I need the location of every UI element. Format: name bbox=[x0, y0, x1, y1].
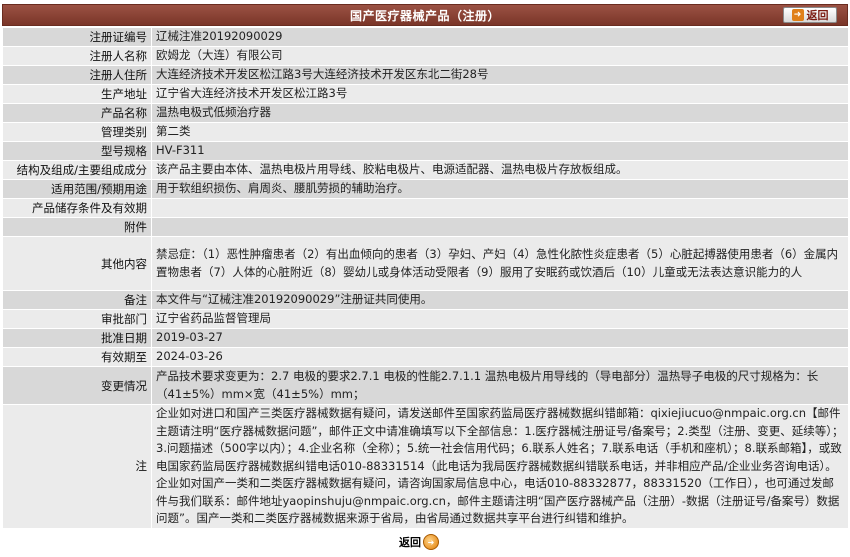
row-note: 注 企业如对进口和国产三类医疗器械数据有疑问，请发送邮件至国家药监局医疗器械数据… bbox=[2, 404, 849, 529]
row-intended-use: 适用范围/预期用途 用于软组织损伤、肩周炎、腰肌劳损的辅助治疗。 bbox=[2, 179, 849, 199]
field-value: 欧姆龙（大连）有限公司 bbox=[151, 46, 849, 66]
back-arrow-icon: ➜ bbox=[423, 534, 439, 550]
row-change-history: 变更情况 产品技术要求变更为：2.7 电极的要求2.7.1 电极的性能2.7.1… bbox=[2, 366, 849, 405]
row-approval-date: 批准日期 2019-03-27 bbox=[2, 328, 849, 348]
field-label: 管理类别 bbox=[2, 122, 152, 142]
field-label: 注册证编号 bbox=[2, 27, 152, 47]
field-value: 禁忌症：（1）恶性肿瘤患者（2）有出血倾向的患者（3）孕妇、产妇（4）急性化脓性… bbox=[151, 236, 849, 291]
field-label: 适用范围/预期用途 bbox=[2, 179, 152, 199]
field-value: 温热电极式低频治疗器 bbox=[151, 103, 849, 123]
field-value: 2019-03-27 bbox=[151, 328, 849, 348]
field-value: 大连经济技术开发区松江路3号大连经济技术开发区东北二街28号 bbox=[151, 65, 849, 85]
field-value bbox=[151, 198, 849, 218]
page-header: 国产医疗器械产品（注册） ➜ 返回 bbox=[2, 4, 848, 26]
field-value: 本文件与“辽械注准20192090029”注册证共同使用。 bbox=[151, 290, 849, 310]
back-arrow-icon: ➜ bbox=[791, 9, 804, 21]
field-label: 注册人住所 bbox=[2, 65, 152, 85]
row-registrant-name: 注册人名称 欧姆龙（大连）有限公司 bbox=[2, 46, 849, 66]
field-label: 结构及组成/主要组成成分 bbox=[2, 160, 152, 180]
back-button-top[interactable]: ➜ 返回 bbox=[783, 7, 837, 23]
field-label: 备注 bbox=[2, 290, 152, 310]
field-label: 注册人名称 bbox=[2, 46, 152, 66]
field-label: 批准日期 bbox=[2, 328, 152, 348]
field-label: 注 bbox=[2, 404, 152, 529]
row-structure-composition: 结构及组成/主要组成成分 该产品主要由本体、温热电极片用导线、胶粘电极片、电源适… bbox=[2, 160, 849, 180]
field-value: 辽宁省药品监督管理局 bbox=[151, 309, 849, 329]
field-value: 该产品主要由本体、温热电极片用导线、胶粘电极片、电源适配器、温热电极片存放板组成… bbox=[151, 160, 849, 180]
field-label: 型号规格 bbox=[2, 141, 152, 161]
row-production-address: 生产地址 辽宁省大连经济技术开发区松江路3号 bbox=[2, 84, 849, 104]
field-label: 附件 bbox=[2, 217, 152, 237]
field-value: 用于软组织损伤、肩周炎、腰肌劳损的辅助治疗。 bbox=[151, 179, 849, 199]
back-button-bottom[interactable]: 返回 ➜ bbox=[396, 531, 442, 553]
field-label: 其他内容 bbox=[2, 236, 152, 291]
row-valid-until: 有效期至 2024-03-26 bbox=[2, 347, 849, 367]
field-label: 审批部门 bbox=[2, 309, 152, 329]
product-detail-table: 注册证编号 辽械注准20192090029 注册人名称 欧姆龙（大连）有限公司 … bbox=[2, 27, 849, 529]
back-button-label: 返回 bbox=[806, 9, 829, 22]
row-approval-department: 审批部门 辽宁省药品监督管理局 bbox=[2, 309, 849, 329]
row-other-content: 其他内容 禁忌症：（1）恶性肿瘤患者（2）有出血倾向的患者（3）孕妇、产妇（4）… bbox=[2, 236, 849, 291]
row-storage-conditions: 产品储存条件及有效期 bbox=[2, 198, 849, 218]
field-label: 生产地址 bbox=[2, 84, 152, 104]
field-value: 企业如对进口和国产三类医疗器械数据有疑问，请发送邮件至国家药监局医疗器械数据纠错… bbox=[151, 404, 849, 529]
field-value bbox=[151, 217, 849, 237]
row-remarks: 备注 本文件与“辽械注准20192090029”注册证共同使用。 bbox=[2, 290, 849, 310]
field-value: HV-F311 bbox=[151, 141, 849, 161]
row-management-class: 管理类别 第二类 bbox=[2, 122, 849, 142]
back-button-label: 返回 bbox=[399, 536, 421, 549]
field-label: 变更情况 bbox=[2, 366, 152, 405]
row-model-spec: 型号规格 HV-F311 bbox=[2, 141, 849, 161]
field-value: 2024-03-26 bbox=[151, 347, 849, 367]
field-value: 产品技术要求变更为：2.7 电极的要求2.7.1 电极的性能2.7.1.1 温热… bbox=[151, 366, 849, 405]
field-value: 辽宁省大连经济技术开发区松江路3号 bbox=[151, 84, 849, 104]
row-attachments: 附件 bbox=[2, 217, 849, 237]
row-registrant-address: 注册人住所 大连经济技术开发区松江路3号大连经济技术开发区东北二街28号 bbox=[2, 65, 849, 85]
page-title: 国产医疗器械产品（注册） bbox=[349, 8, 500, 23]
row-registration-number: 注册证编号 辽械注准20192090029 bbox=[2, 27, 849, 47]
field-value: 第二类 bbox=[151, 122, 849, 142]
field-label: 产品储存条件及有效期 bbox=[2, 198, 152, 218]
field-label: 产品名称 bbox=[2, 103, 152, 123]
field-value: 辽械注准20192090029 bbox=[151, 27, 849, 47]
row-product-name: 产品名称 温热电极式低频治疗器 bbox=[2, 103, 849, 123]
field-label: 有效期至 bbox=[2, 347, 152, 367]
